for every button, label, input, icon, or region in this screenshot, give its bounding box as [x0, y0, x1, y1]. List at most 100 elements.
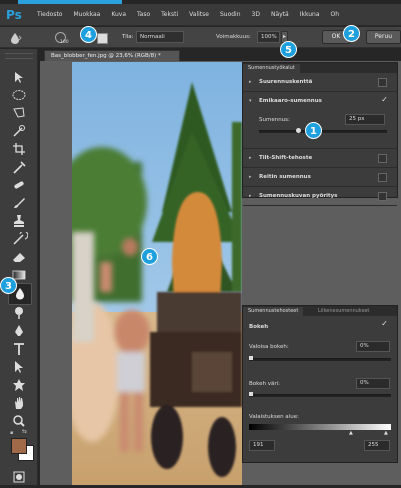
range-high-handle-icon[interactable]: ▲	[384, 430, 388, 436]
bokeh-color-slider-thumb[interactable]	[249, 392, 253, 396]
expand-arrow-icon[interactable]: ▸	[249, 79, 252, 85]
menu-3d[interactable]: 3D	[252, 11, 260, 18]
move-tool-icon[interactable]	[10, 69, 28, 83]
blur-tool-preset-icon[interactable]	[8, 32, 22, 44]
path-selection-tool-icon[interactable]	[10, 359, 28, 373]
bokeh-color-input[interactable]: 0%	[356, 378, 390, 389]
menu-type[interactable]: Teksti	[161, 11, 178, 18]
menu-window[interactable]: Ikkuna	[300, 11, 320, 18]
blur-option-checkbox[interactable]	[378, 78, 387, 87]
lasso-tool-icon[interactable]	[10, 105, 28, 119]
tab-motion-effects[interactable]: Liikenesumennukset	[313, 307, 374, 316]
shape-tool-icon[interactable]	[10, 377, 28, 391]
bokeh-color-slider[interactable]	[249, 394, 391, 397]
callout-3: 3	[0, 277, 17, 294]
swap-colors-icon[interactable]: ⇆	[22, 428, 27, 435]
clone-stamp-tool-icon[interactable]	[10, 213, 28, 227]
healing-brush-tool-icon[interactable]	[10, 177, 28, 191]
eyedropper-tool-icon[interactable]	[10, 159, 28, 174]
blur-option-iris-blur[interactable]: ▾ Emikaaro-sumennus ✓ Sumennus: 25 px	[243, 92, 397, 149]
blur-option-label: Sumennuskuvan pyöritys	[259, 193, 338, 199]
strength-input[interactable]: 100%	[257, 31, 280, 43]
checkmark-icon[interactable]: ✓	[381, 95, 388, 104]
mode-label: Tila:	[122, 34, 134, 40]
callout-2: 2	[343, 25, 360, 42]
bokeh-checkmark-icon[interactable]: ✓	[381, 319, 388, 328]
zoom-tool-icon[interactable]	[10, 413, 28, 427]
quick-selection-tool-icon[interactable]	[10, 123, 28, 137]
brush-size-value: 100	[60, 40, 69, 45]
blur-option-tilt-shift[interactable]: ▸ Tilt-Shift-tehoste	[243, 149, 397, 168]
menu-filter[interactable]: Suodin	[220, 11, 241, 18]
cancel-button[interactable]: Peruu	[366, 30, 401, 44]
foreground-color-swatch[interactable]	[11, 438, 27, 454]
menu-select[interactable]: Valitse	[189, 11, 209, 18]
blur-option-label: Reitin sumennus	[259, 174, 311, 180]
blur-amount-slider[interactable]	[259, 130, 387, 133]
collapse-arrow-icon[interactable]: ▾	[249, 98, 252, 104]
dodge-tool-icon[interactable]	[10, 305, 28, 319]
menu-help[interactable]: Oh	[331, 11, 340, 18]
blur-option-checkbox[interactable]	[378, 154, 387, 163]
range-low-input[interactable]: 191	[249, 440, 275, 451]
menubar: Ps Tiedosto Muokkaa Kuva Taso Teksti Val…	[0, 4, 401, 26]
blur-option-label: Emikaaro-sumennus	[259, 98, 322, 104]
light-bokeh-slider[interactable]	[249, 358, 391, 361]
toolbox: ▪ ⇆	[0, 49, 38, 485]
default-colors-icon[interactable]: ▪	[10, 430, 18, 436]
brush-tool-icon[interactable]	[10, 195, 28, 209]
brush-panel-icon[interactable]	[97, 33, 108, 44]
crop-tool-icon[interactable]	[10, 141, 28, 155]
bokeh-label: Bokeh	[249, 324, 269, 330]
range-low-handle-icon[interactable]: ▲	[349, 430, 353, 436]
menu-view[interactable]: Näytä	[271, 11, 289, 18]
expand-arrow-icon[interactable]: ▸	[249, 155, 252, 161]
history-brush-tool-icon[interactable]	[10, 230, 29, 245]
light-bokeh-slider-thumb[interactable]	[249, 356, 253, 360]
blur-effects-tabbar: Sumennustehosteet Liikenesumennukset	[243, 306, 397, 316]
callout-5: 5	[280, 41, 297, 58]
type-tool-icon[interactable]	[10, 341, 28, 355]
expand-arrow-icon[interactable]: ▸	[249, 174, 252, 180]
pen-tool-icon[interactable]	[10, 323, 28, 337]
blur-option-path-blur[interactable]: ▸ Reitin sumennus	[243, 168, 397, 187]
blur-option-field-blur[interactable]: ▸ Suurennuskenttä	[243, 73, 397, 92]
light-range-gradient[interactable]	[249, 424, 391, 430]
blur-option-label: Tilt-Shift-tehoste	[259, 155, 313, 161]
bokeh-color-label: Bokeh väri:	[249, 381, 281, 387]
blur-option-spin-blur[interactable]: ▸ Sumennuskuvan pyöritys	[243, 187, 397, 206]
callout-6: 6	[141, 248, 158, 265]
quick-mask-icon[interactable]	[10, 469, 28, 483]
menu-layer[interactable]: Taso	[137, 11, 150, 18]
blur-option-label: Suurennuskenttä	[259, 79, 313, 85]
light-bokeh-label: Valoisa bokeh:	[249, 344, 289, 350]
blur-option-checkbox[interactable]	[378, 173, 387, 182]
strength-label: Voimakkuus:	[216, 34, 251, 40]
blur-option-checkbox[interactable]	[378, 192, 387, 201]
menu-edit[interactable]: Muokkaa	[73, 11, 100, 18]
tab-blur-tools[interactable]: Sumennustyökalut	[243, 64, 300, 73]
menu-image[interactable]: Kuva	[111, 11, 126, 18]
toolbox-grip	[5, 53, 33, 59]
blur-amount-input[interactable]: 25 px	[345, 114, 385, 125]
marquee-tool-icon[interactable]	[10, 87, 28, 101]
callout-4: 4	[80, 26, 97, 43]
menu-file[interactable]: Tiedosto	[37, 11, 62, 18]
light-range-label: Valaistuksen alue:	[249, 414, 299, 420]
eraser-tool-icon[interactable]	[10, 249, 28, 263]
range-high-input[interactable]: 255	[364, 440, 390, 451]
blur-effects-panel: Sumennustehosteet Liikenesumennukset Bok…	[242, 305, 398, 463]
light-bokeh-input[interactable]: 0%	[356, 341, 390, 352]
hand-tool-icon[interactable]	[10, 395, 28, 409]
options-bar: 100 Tila: Normaali Voimakkuus: 100% ▸ OK…	[0, 27, 401, 48]
document-image[interactable]	[72, 62, 242, 485]
blur-tools-panel-tabbar: Sumennustyökalut	[243, 63, 397, 73]
document-tab[interactable]: Bas_blobber_fen.jpg @ 23,6% (RGB/8) *	[44, 50, 180, 61]
expand-arrow-icon[interactable]: ▸	[249, 193, 252, 199]
blur-amount-slider-thumb[interactable]	[296, 128, 301, 133]
callout-1: 1	[305, 122, 322, 139]
mode-select[interactable]: Normaali	[136, 31, 184, 43]
tab-blur-effects[interactable]: Sumennustehosteet	[243, 307, 304, 316]
app-logo: Ps	[6, 7, 22, 22]
blur-amount-label: Sumennus:	[259, 117, 290, 123]
